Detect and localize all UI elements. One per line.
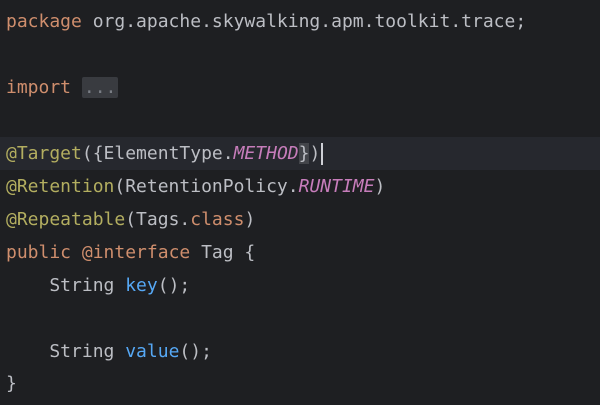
repeatable-open: (Tags. <box>125 209 191 230</box>
code-line-interface[interactable]: public @interface Tag { <box>0 236 600 269</box>
value-method: value <box>125 341 180 362</box>
repeatable-annotation: @Repeatable <box>6 209 126 230</box>
package-name: org.apache.skywalking.apm.toolkit.trace; <box>81 11 527 32</box>
import-keyword: import <box>6 77 72 98</box>
package-keyword: package <box>6 11 82 32</box>
code-line-close[interactable]: } <box>0 367 600 400</box>
code-line-repeatable[interactable]: @Repeatable(Tags.class) <box>0 203 600 236</box>
code-line-key[interactable]: String key(); <box>0 269 600 302</box>
key-method: key <box>125 275 158 296</box>
text-cursor <box>321 143 324 165</box>
code-line-target[interactable]: @Target({ElementType.METHOD}) <box>0 137 600 170</box>
method-constant: METHOD <box>233 143 299 164</box>
code-line-import[interactable]: import ... <box>0 71 600 104</box>
repeatable-close: ) <box>244 209 256 230</box>
runtime-constant: RUNTIME <box>298 176 375 197</box>
public-keyword: public <box>6 242 72 263</box>
retention-annotation: @Retention <box>6 176 115 197</box>
key-rest: (); <box>157 275 191 296</box>
retention-close: ) <box>374 176 386 197</box>
retention-open: (RetentionPolicy. <box>114 176 299 197</box>
closing-brace: } <box>6 373 17 394</box>
target-open: ({ <box>81 143 104 164</box>
code-line-package[interactable]: package org.apache.skywalking.apm.toolki… <box>0 5 600 38</box>
code-line-retention[interactable]: @Retention(RetentionPolicy.RUNTIME) <box>0 170 600 203</box>
folded-imports[interactable]: ... <box>81 77 119 98</box>
value-rest: (); <box>179 341 212 362</box>
close-brace: } <box>298 143 310 164</box>
value-type: String <box>6 341 126 362</box>
close-paren: ) <box>309 143 321 164</box>
interface-name: Tag { <box>190 242 256 263</box>
target-annotation: @Target <box>6 143 82 164</box>
class-keyword: class <box>190 209 245 230</box>
interface-keyword: @interface <box>81 242 191 263</box>
code-editor[interactable]: package org.apache.skywalking.apm.toolki… <box>0 0 600 405</box>
key-type: String <box>6 275 126 296</box>
code-line-value[interactable]: String value(); <box>0 335 600 368</box>
element-type: ElementType. <box>103 143 234 164</box>
